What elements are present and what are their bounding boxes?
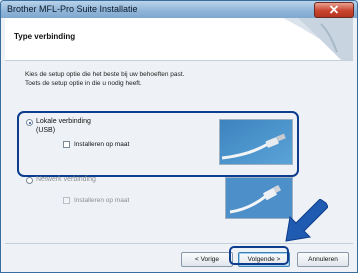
network-custom-install-checkbox[interactable] [63, 197, 70, 204]
network-connection-label[interactable]: Netwerk verbinding [36, 176, 96, 183]
instructions-line-2: Toets de setup optie in die u nodig heef… [25, 80, 142, 87]
window-title: Brother MFL-Pro Suite Installatie [7, 4, 138, 14]
local-connection-sublabel: (USB) [36, 127, 56, 134]
pointer-arrow-icon [285, 199, 328, 242]
close-button[interactable] [314, 2, 354, 18]
instructions: Kies de setup optie die het beste bij uw… [25, 70, 184, 88]
header-decoration-icon [283, 18, 353, 60]
back-button[interactable]: < Vorige [181, 252, 233, 267]
close-icon [329, 5, 339, 14]
wizard-header: Type verbinding [5, 18, 353, 61]
local-connection-label[interactable]: Lokale verbinding [36, 118, 91, 125]
usb-cable-photo [219, 119, 293, 165]
next-button-highlight [229, 246, 289, 265]
instructions-line-1: Kies de setup optie die het beste bij uw… [25, 71, 185, 78]
cancel-button[interactable]: Annuleren [297, 252, 349, 267]
button-bar: < Vorige Volgende > Annuleren [5, 243, 353, 272]
installer-window: Brother MFL-Pro Suite Installatie Type v… [0, 0, 358, 273]
page-title: Type verbinding [14, 32, 76, 41]
local-connection-radio[interactable] [26, 119, 33, 126]
network-connection-radio[interactable] [26, 177, 33, 184]
local-custom-install-label[interactable]: Installeren op maat [74, 141, 129, 148]
network-custom-install-label: Installeren op maat [74, 197, 130, 204]
title-bar[interactable]: Brother MFL-Pro Suite Installatie [1, 1, 357, 18]
local-custom-install-checkbox[interactable] [63, 141, 70, 148]
